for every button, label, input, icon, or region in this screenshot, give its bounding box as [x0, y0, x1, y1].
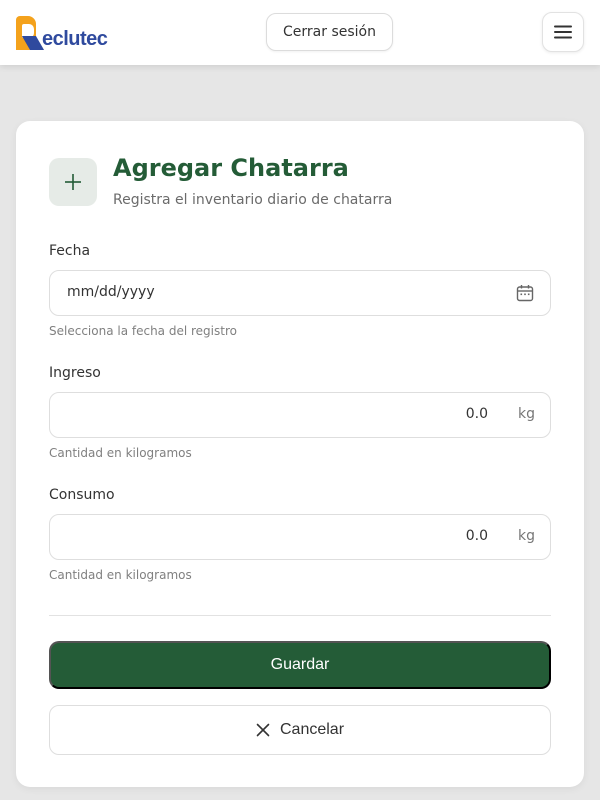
consumo-hint: Cantidad en kilogramos — [49, 568, 192, 582]
cancel-label: Cancelar — [279, 721, 345, 738]
logout-button[interactable]: Cerrar sesión — [266, 13, 393, 51]
menu-button[interactable] — [542, 12, 584, 52]
save-button[interactable]: Guardar — [49, 641, 551, 689]
form-divider — [49, 615, 551, 616]
consumo-value: 0.0 — [465, 528, 488, 544]
top-bar: eclutec Cerrar sesión — [0, 0, 600, 65]
ingreso-label: Ingreso — [49, 365, 101, 381]
calendar-icon[interactable] — [516, 284, 534, 302]
plus-icon — [65, 174, 81, 190]
ingreso-unit: kg — [518, 406, 535, 422]
plus-icon-box — [49, 158, 97, 206]
ingreso-hint: Cantidad en kilogramos — [49, 446, 192, 460]
page-subtitle: Registra el inventario diario de chatarr… — [113, 192, 393, 208]
cancel-button[interactable]: Cancelar — [49, 705, 551, 755]
ingreso-value: 0.0 — [465, 406, 488, 422]
fecha-label: Fecha — [49, 243, 91, 259]
fecha-hint: Selecciona la fecha del registro — [49, 324, 237, 338]
consumo-label: Consumo — [49, 487, 115, 503]
close-icon — [256, 723, 270, 737]
page-title: Agregar Chatarra — [113, 154, 349, 182]
add-scrap-card: Agregar Chatarra Registra el inventario … — [16, 121, 584, 787]
fecha-date-input[interactable]: mm/dd/yyyy — [49, 270, 551, 316]
hamburger-menu-icon — [554, 25, 572, 39]
fecha-placeholder: mm/dd/yyyy — [67, 284, 155, 300]
reclutec-logo[interactable]: eclutec — [14, 12, 118, 52]
logo-mark — [14, 16, 45, 50]
consumo-input[interactable]: 0.0 kg — [49, 514, 551, 560]
consumo-unit: kg — [518, 528, 535, 544]
logo-text: eclutec — [42, 28, 108, 50]
ingreso-input[interactable]: 0.0 kg — [49, 392, 551, 438]
